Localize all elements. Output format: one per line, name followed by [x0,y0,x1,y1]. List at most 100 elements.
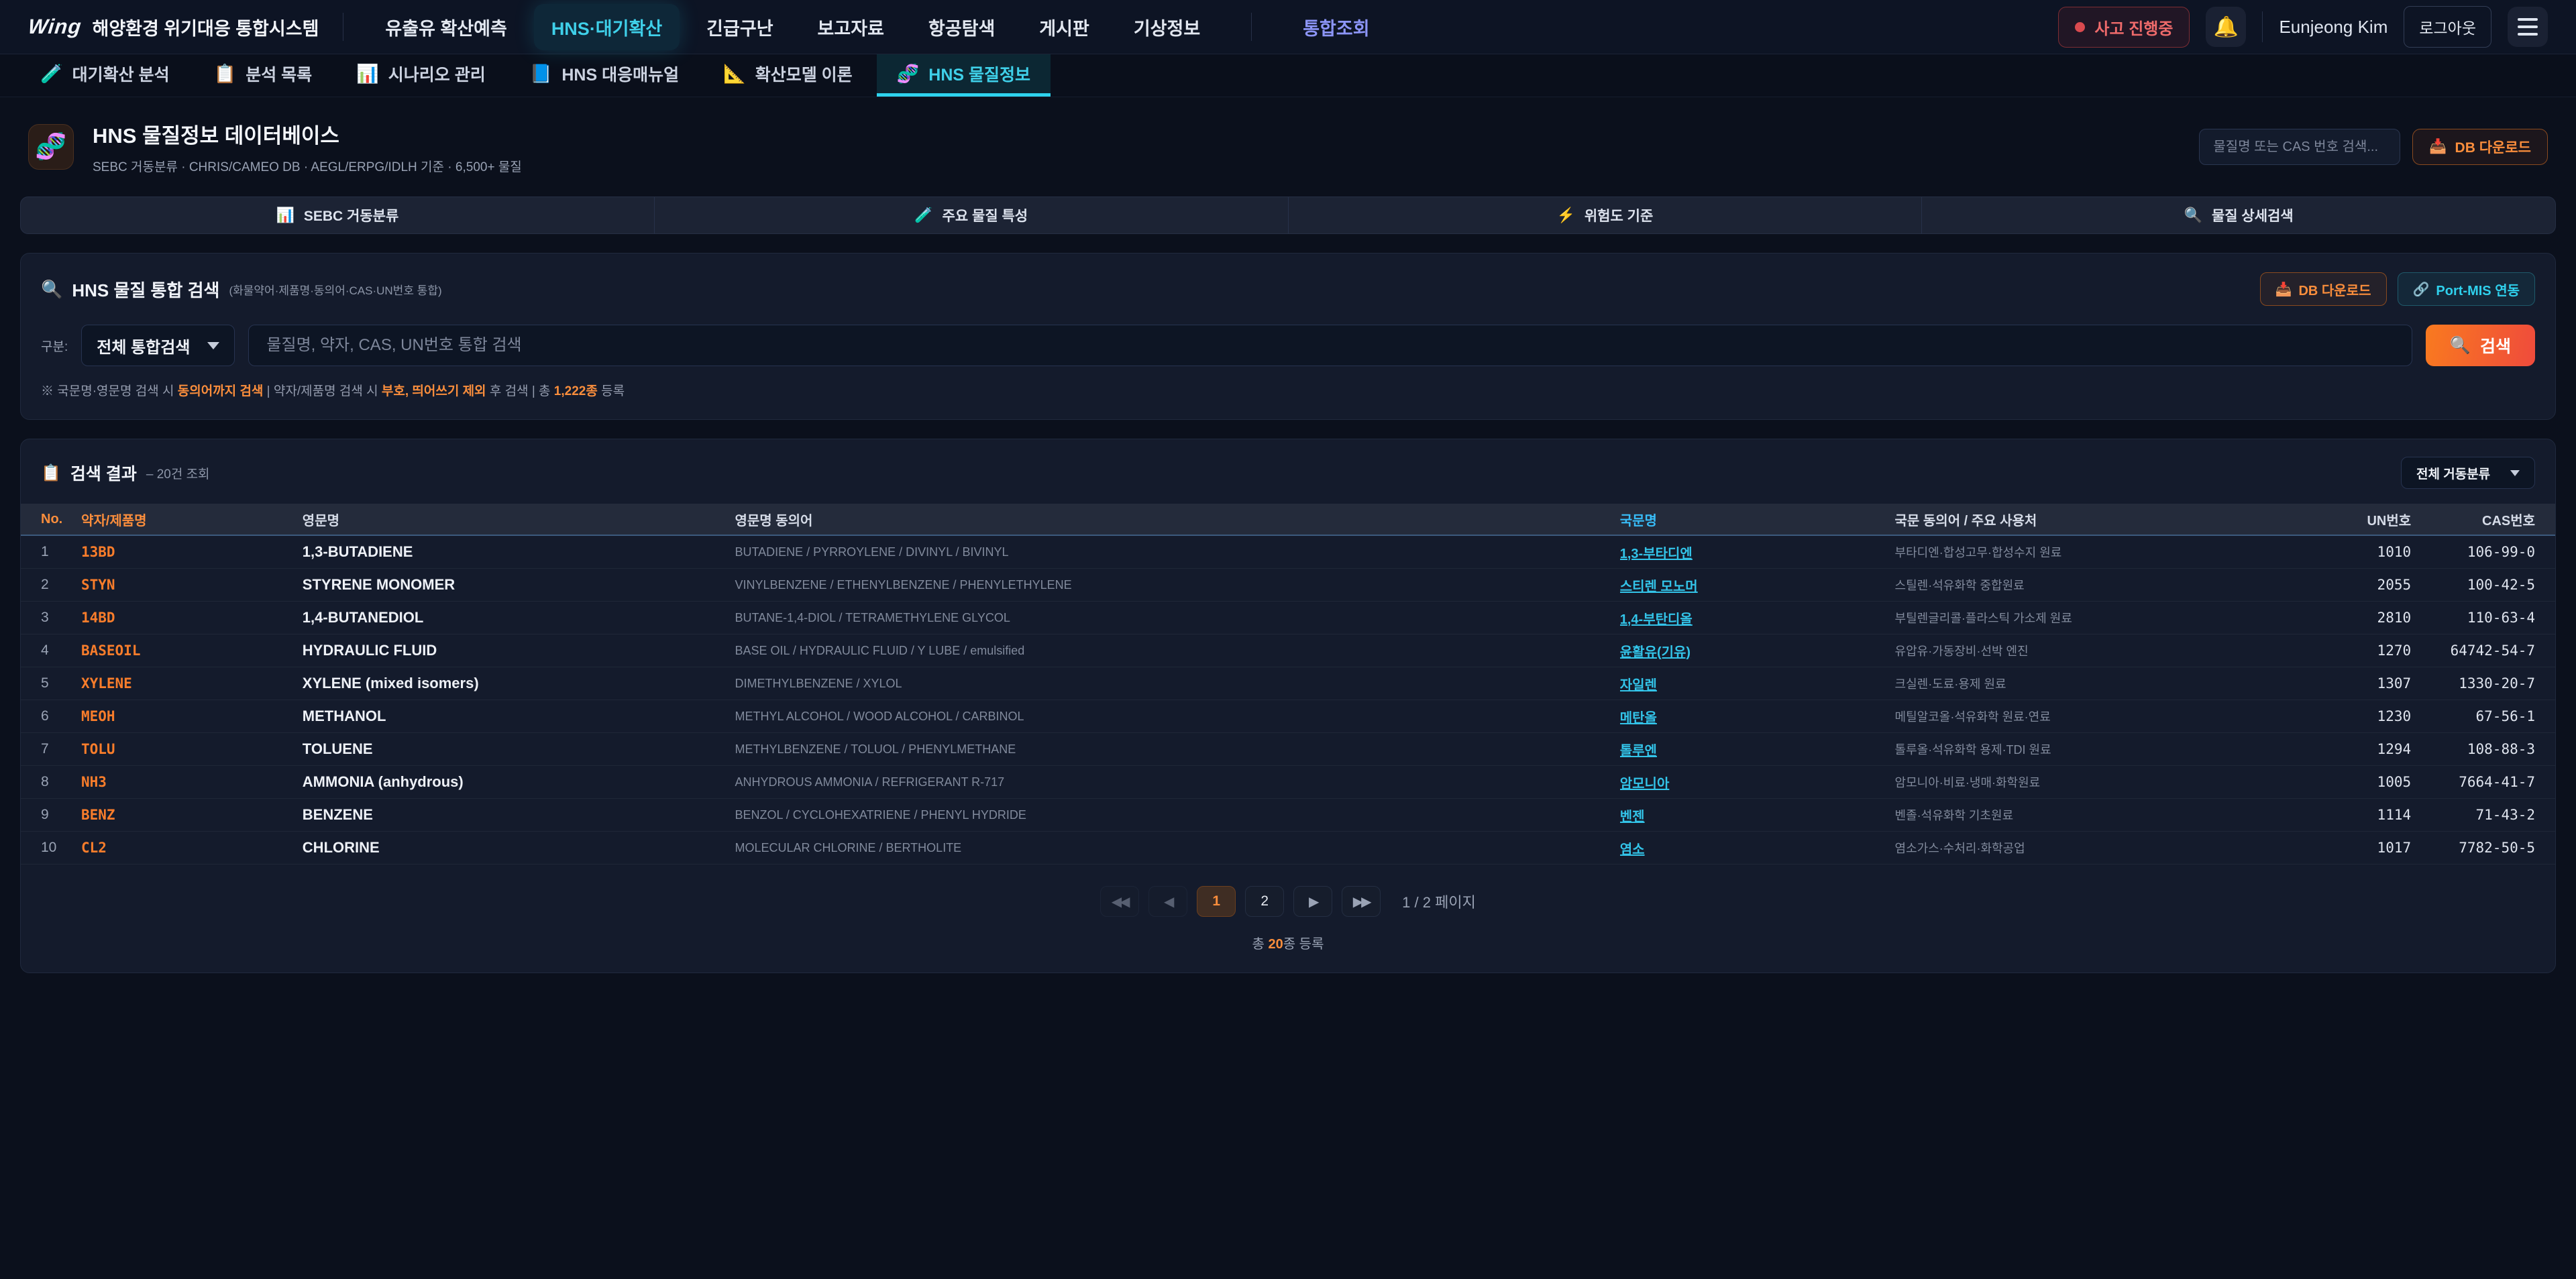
cell-un-number: 1005 [2310,774,2411,790]
header-actions: 📥 DB 다운로드 [2199,129,2548,165]
search-results-panel: 📋 검색 결과 – 20건 조회 전체 거동분류 No. 약자/제품명 영문명 … [20,439,2556,973]
cell-un-number: 1010 [2310,544,2411,560]
cell-english-name: 1,3-BUTADIENE [303,543,735,561]
pagination-page-2-button[interactable]: 2 [1245,886,1284,917]
nav-item-hns-dispersion[interactable]: HNS·대기확산 [534,4,680,50]
korean-name-link[interactable]: 윤활유(기유) [1620,645,1690,660]
tab-label: 분석 목록 [246,62,312,86]
dna-icon: 🧬 [897,63,920,85]
main-menu: 유출유 확산예측 HNS·대기확산 긴급구난 보고자료 항공탐색 게시판 기상정… [368,4,1387,50]
notifications-button[interactable]: 🔔 [2206,7,2246,47]
korean-name-link[interactable]: 자일렌 [1620,678,1657,693]
cell-english-synonyms: MOLECULAR CHLORINE / BERTHOLITE [735,841,1619,855]
cell-abbr: 13BD [81,544,303,560]
total-count-line: 총 20종 등록 [21,933,2555,952]
cell-english-name: TOLUENE [303,740,735,758]
cell-no: 7 [41,741,81,757]
cell-cas-number: 100-42-5 [2411,577,2535,593]
tab-dispersion-analysis[interactable]: 🧪 대기확산 분석 [20,54,190,97]
nav-item-board[interactable]: 게시판 [1022,4,1107,50]
sub-tab-bar: 🧪 대기확산 분석 📋 분석 목록 📊 시나리오 관리 📘 HNS 대응매뉴얼 … [0,54,2576,97]
table-row: 2 STYN STYRENE MONOMER VINYLBENZENE / ET… [21,569,2555,602]
pagination-prev-button[interactable]: ◀ [1148,886,1187,917]
cell-english-name: STYRENE MONOMER [303,576,735,594]
dna-icon: 🧬 [28,124,74,170]
search-type-select[interactable]: 전체 통합검색 [81,325,235,366]
pagination-last-button[interactable]: ▶▶ [1342,886,1381,917]
nav-item-reports[interactable]: 보고자료 [800,4,902,50]
bar-chart-icon: 📊 [356,63,379,85]
logout-button[interactable]: 로그아웃 [2404,6,2491,48]
app-title: 해양환경 위기대응 통합시스템 [92,14,319,40]
nav-item-integrated-search[interactable]: 통합조회 [1285,4,1387,50]
category-risk-criteria[interactable]: ⚡ 위험도 기준 [1289,197,1923,233]
test-tube-icon: 🧪 [914,207,932,224]
pagination-first-button[interactable]: ◀◀ [1100,886,1139,917]
category-substance-properties[interactable]: 🧪 주요 물질 특성 [655,197,1289,233]
quick-search-input[interactable] [2199,129,2400,165]
pagination-info: 1 / 2 페이지 [1402,891,1476,912]
cell-cas-number: 71-43-2 [2411,807,2535,823]
cell-abbr: 14BD [81,610,303,626]
main-search-input[interactable] [248,325,2412,366]
table-row: 7 TOLU TOLUENE METHYLBENZENE / TOLUOL / … [21,733,2555,766]
search-type-value: 전체 통합검색 [97,334,190,357]
nav-item-aerial-search[interactable]: 항공탐색 [911,4,1012,50]
search-button[interactable]: 🔍 검색 [2426,325,2535,366]
korean-name-link[interactable]: 벤젠 [1620,810,1645,824]
korean-name-link[interactable]: 염소 [1620,842,1645,857]
cell-korean-name: 암모니아 [1620,773,1895,792]
cell-korean-name: 윤활유(기유) [1620,641,1895,661]
tab-scenario-management[interactable]: 📊 시나리오 관리 [336,54,506,97]
cell-korean-synonyms: 벤졸·석유화학 기초원료 [1895,806,2311,824]
portmis-link-button[interactable]: 🔗 Port-MIS 연동 [2398,272,2535,306]
nav-item-rescue[interactable]: 긴급구난 [689,4,790,50]
cell-english-name: BENZENE [303,806,735,824]
results-title: 검색 결과 [70,461,137,485]
bar-chart-icon: 📊 [276,207,294,224]
cell-no: 4 [41,643,81,659]
cell-english-name: 1,4-BUTANEDIOL [303,609,735,626]
cell-un-number: 1270 [2310,643,2411,659]
cell-korean-name: 1,4-부탄디올 [1620,608,1895,628]
category-label: SEBC 거동분류 [304,205,398,225]
korean-name-link[interactable]: 메탄올 [1620,711,1657,726]
hamburger-menu-button[interactable] [2508,7,2548,47]
korean-name-link[interactable]: 톨루엔 [1620,744,1657,759]
behavior-class-select[interactable]: 전체 거동분류 [2401,457,2535,489]
korean-name-link[interactable]: 1,4-부탄디올 [1620,612,1693,627]
search-panel-subtitle: (화물약어·제품명·동의어·CAS·UN번호 통합) [229,281,441,298]
cell-korean-synonyms: 톨루올·석유화학 용제·TDI 원료 [1895,740,2311,758]
pagination: ◀◀ ◀ 1 2 ▶ ▶▶ 1 / 2 페이지 [21,886,2555,917]
cell-no: 3 [41,610,81,626]
top-nav: Wing 해양환경 위기대응 통합시스템 유출유 확산예측 HNS·대기확산 긴… [0,0,2576,54]
korean-name-link[interactable]: 암모니아 [1620,777,1670,791]
korean-name-link[interactable]: 스티렌 모노머 [1620,579,1698,594]
bell-icon: 🔔 [2214,15,2239,39]
status-badge-label: 사고 진행중 [2094,15,2173,39]
cell-korean-name: 스티렌 모노머 [1620,575,1895,595]
cell-korean-synonyms: 염소가스·수처리·화학공업 [1895,839,2311,856]
pagination-next-button[interactable]: ▶ [1293,886,1332,917]
db-download-button[interactable]: 📥 DB 다운로드 [2412,129,2548,165]
cell-no: 1 [41,544,81,560]
cell-cas-number: 106-99-0 [2411,544,2535,560]
tab-model-theory[interactable]: 📐 확산모델 이론 [703,54,873,97]
cell-korean-name: 자일렌 [1620,674,1895,693]
tab-hns-manual[interactable]: 📘 HNS 대응매뉴얼 [510,54,699,97]
search-hint-note: ※ 국문명·영문명 검색 시 동의어까지 검색 | 약자/제품명 검색 시 부호… [41,381,2535,399]
cell-korean-synonyms: 크실렌·도료·용제 원료 [1895,675,2311,692]
tab-analysis-list[interactable]: 📋 분석 목록 [194,54,333,97]
cell-english-synonyms: DIMETHYLBENZENE / XYLOL [735,677,1619,691]
tab-hns-substance-info[interactable]: 🧬 HNS 물질정보 [877,54,1051,97]
korean-name-link[interactable]: 1,3-부타디엔 [1620,547,1693,561]
db-download-button[interactable]: 📥 DB 다운로드 [2260,272,2387,306]
pagination-page-1-button[interactable]: 1 [1197,886,1236,917]
category-detail-search[interactable]: 🔍 물질 상세검색 [1922,197,2555,233]
category-sebc-classification[interactable]: 📊 SEBC 거동분류 [21,197,655,233]
cell-cas-number: 110-63-4 [2411,610,2535,626]
nav-item-oil-spill[interactable]: 유출유 확산예측 [368,4,524,50]
cell-no: 2 [41,577,81,593]
page-subtitle: SEBC 거동분류 · CHRIS/CAMEO DB · AEGL/ERPG/I… [93,157,522,175]
nav-item-weather[interactable]: 기상정보 [1116,4,1218,50]
